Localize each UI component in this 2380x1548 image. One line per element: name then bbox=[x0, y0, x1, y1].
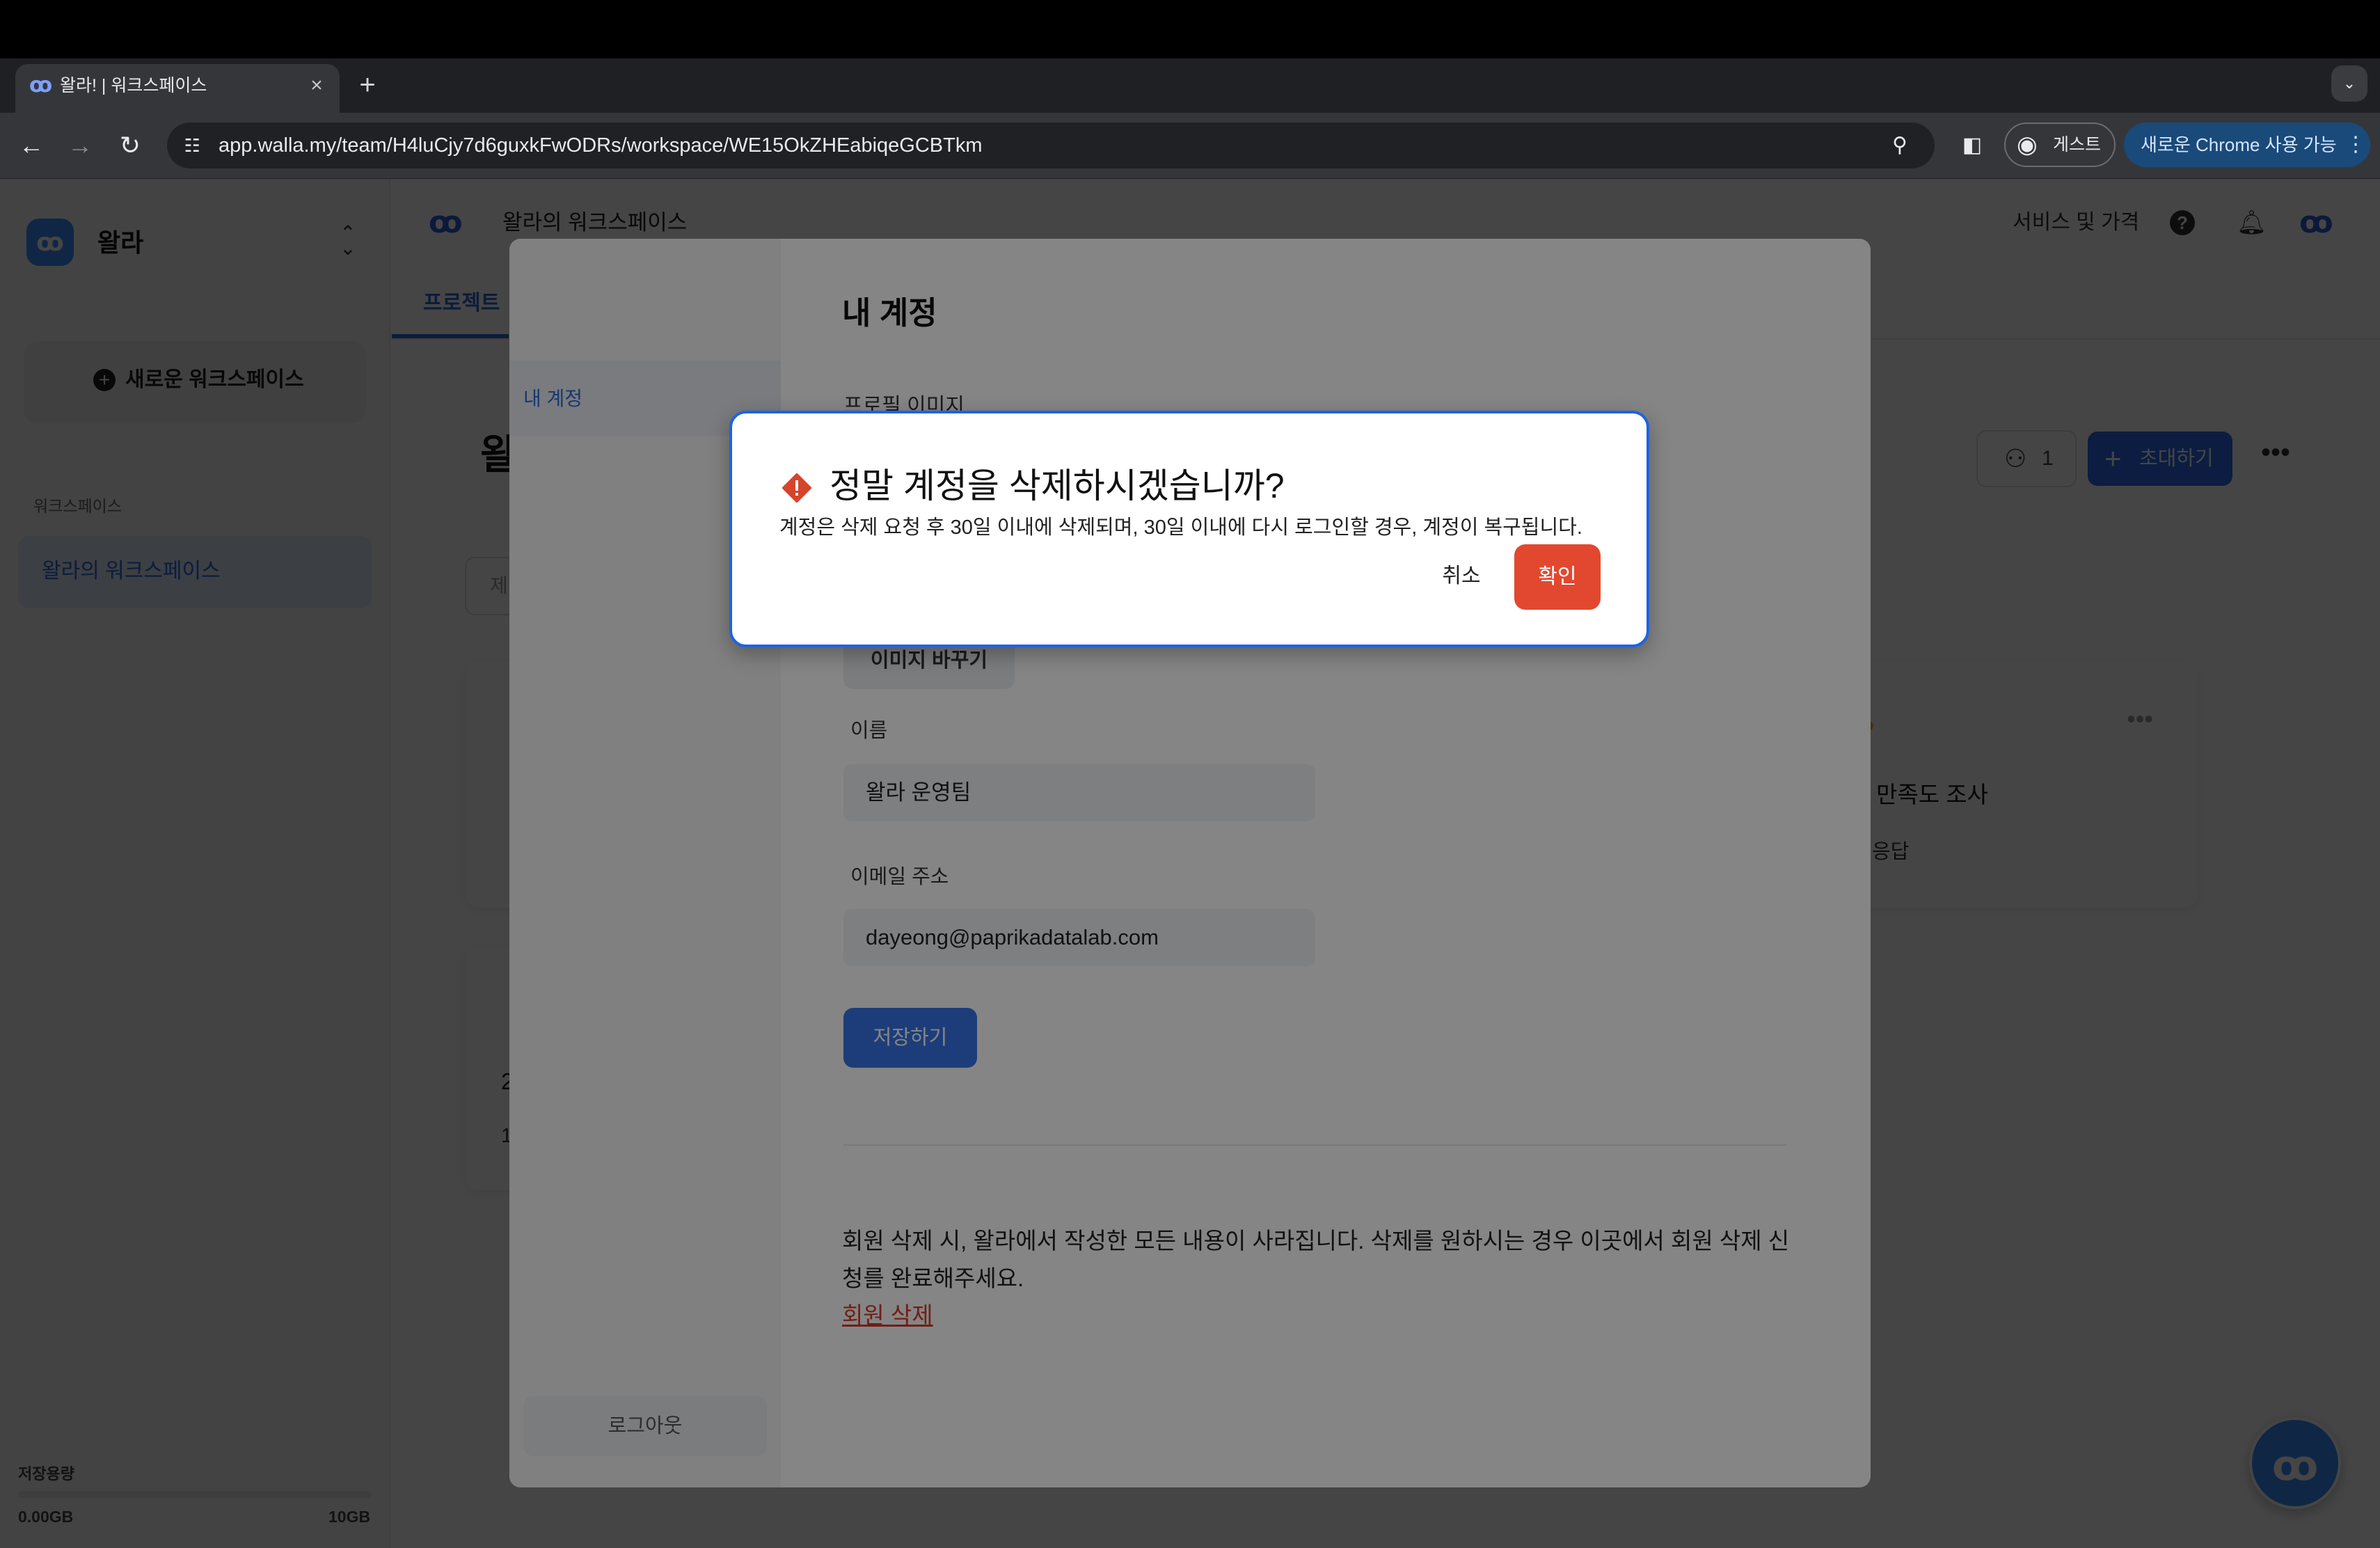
url-text[interactable]: app.walla.my/team/H4luCjy7d6guxkFwODRs/w… bbox=[219, 131, 983, 160]
forward-arrow-icon[interactable]: → bbox=[63, 128, 97, 163]
kebab-menu-icon[interactable]: ⋮ bbox=[2345, 123, 2366, 167]
walla-favicon-icon: ꝏ bbox=[29, 74, 53, 97]
site-info-icon[interactable]: ☷ bbox=[178, 132, 206, 159]
side-panel-icon[interactable]: ◧ bbox=[1957, 131, 1988, 160]
tab-title: 왈라! | 워크스페이스 bbox=[60, 76, 207, 95]
guest-profile-chip[interactable]: ◉ 게스트 bbox=[2004, 123, 2116, 167]
new-tab-button[interactable]: + bbox=[352, 70, 383, 100]
dialog-backdrop[interactable] bbox=[0, 179, 2380, 1548]
tab-search-button[interactable]: ⌄ bbox=[2331, 65, 2367, 102]
tab-close-icon[interactable]: × bbox=[305, 72, 328, 99]
cancel-button[interactable]: 취소 bbox=[1420, 544, 1503, 608]
guest-label: 게스트 bbox=[2053, 135, 2102, 155]
zoom-icon[interactable]: ⚲ bbox=[1885, 131, 1915, 160]
chrome-update-chip[interactable]: 새로운 Chrome 사용 가능 ⋮ bbox=[2124, 123, 2370, 167]
confirm-button[interactable]: 확인 bbox=[1514, 544, 1601, 610]
os-menu-bar bbox=[0, 0, 2380, 58]
back-arrow-icon[interactable]: ← bbox=[14, 128, 49, 163]
chrome-update-label: 새로운 Chrome 사용 가능 bbox=[2141, 134, 2337, 155]
dialog-title: 정말 계정을 삭제하시겠습니까? bbox=[830, 466, 1285, 505]
reload-icon[interactable]: ↻ bbox=[113, 128, 148, 163]
dialog-description: 계정은 삭제 요청 후 30일 이내에 삭제되며, 30일 이내에 다시 로그인… bbox=[779, 516, 1582, 539]
profile-icon: ◉ bbox=[2017, 132, 2038, 158]
warning-icon bbox=[782, 473, 811, 503]
